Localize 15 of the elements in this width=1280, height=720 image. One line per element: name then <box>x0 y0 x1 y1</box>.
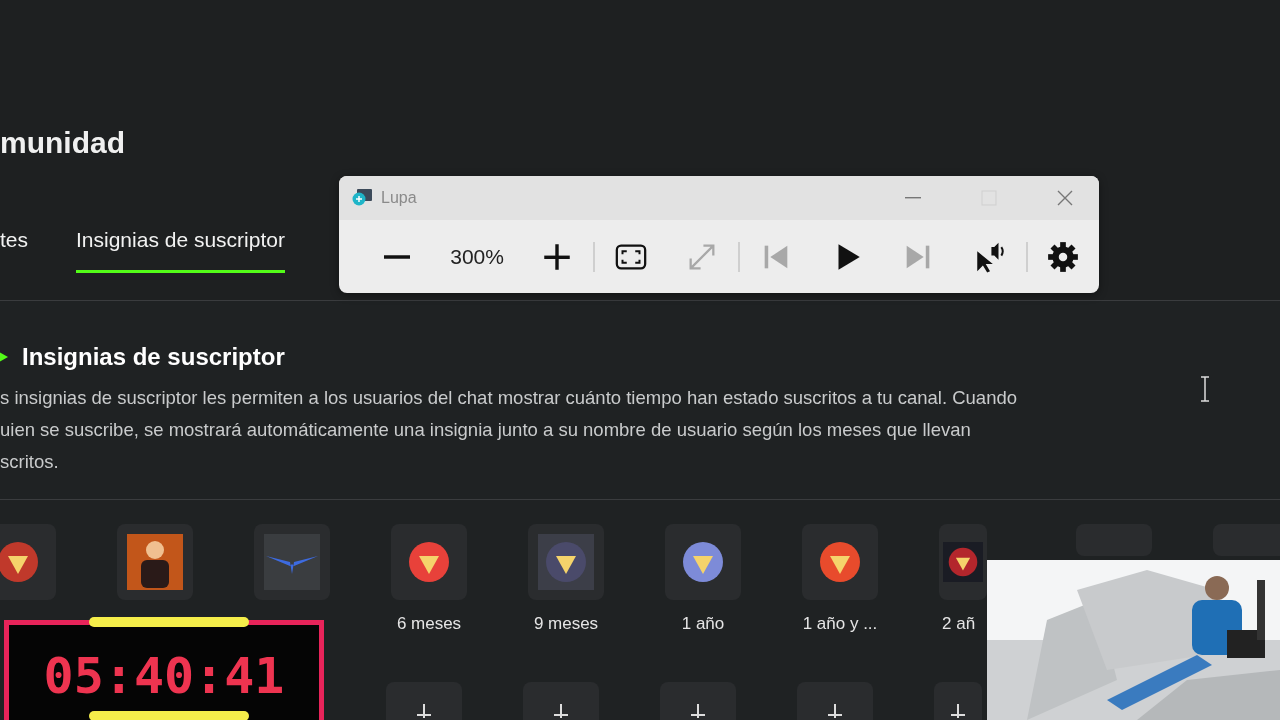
tab[interactable]: tes <box>0 228 28 273</box>
tab[interactable]: Insignias de suscriptor <box>76 228 285 273</box>
badge-label: 1 año <box>681 614 725 634</box>
description-text: s insignias de suscriptor les permiten a los usuarios del chat mostrar cuánto tiempo han estado suscritos a tu canal. Cuando <box>0 387 1017 409</box>
page-title: munidad <box>0 126 126 160</box>
zoom-level: 300% <box>449 244 505 269</box>
section-title: Insignias de suscriptor <box>22 343 285 371</box>
timer-text: 05:40:41 <box>43 647 285 705</box>
window-title: Lupa <box>381 189 418 207</box>
description-text: scritos. <box>0 451 59 473</box>
badge-label: 2 añ <box>941 614 976 634</box>
badge-label: 1 año y ... <box>802 614 878 634</box>
description-text: uien se suscribe, se mostrará automáticamente una insignia junto a su nombre de usuario según los meses que llevan <box>0 419 971 441</box>
badge-label: 6 meses <box>396 614 462 634</box>
badge-label: 9 meses <box>533 614 599 634</box>
